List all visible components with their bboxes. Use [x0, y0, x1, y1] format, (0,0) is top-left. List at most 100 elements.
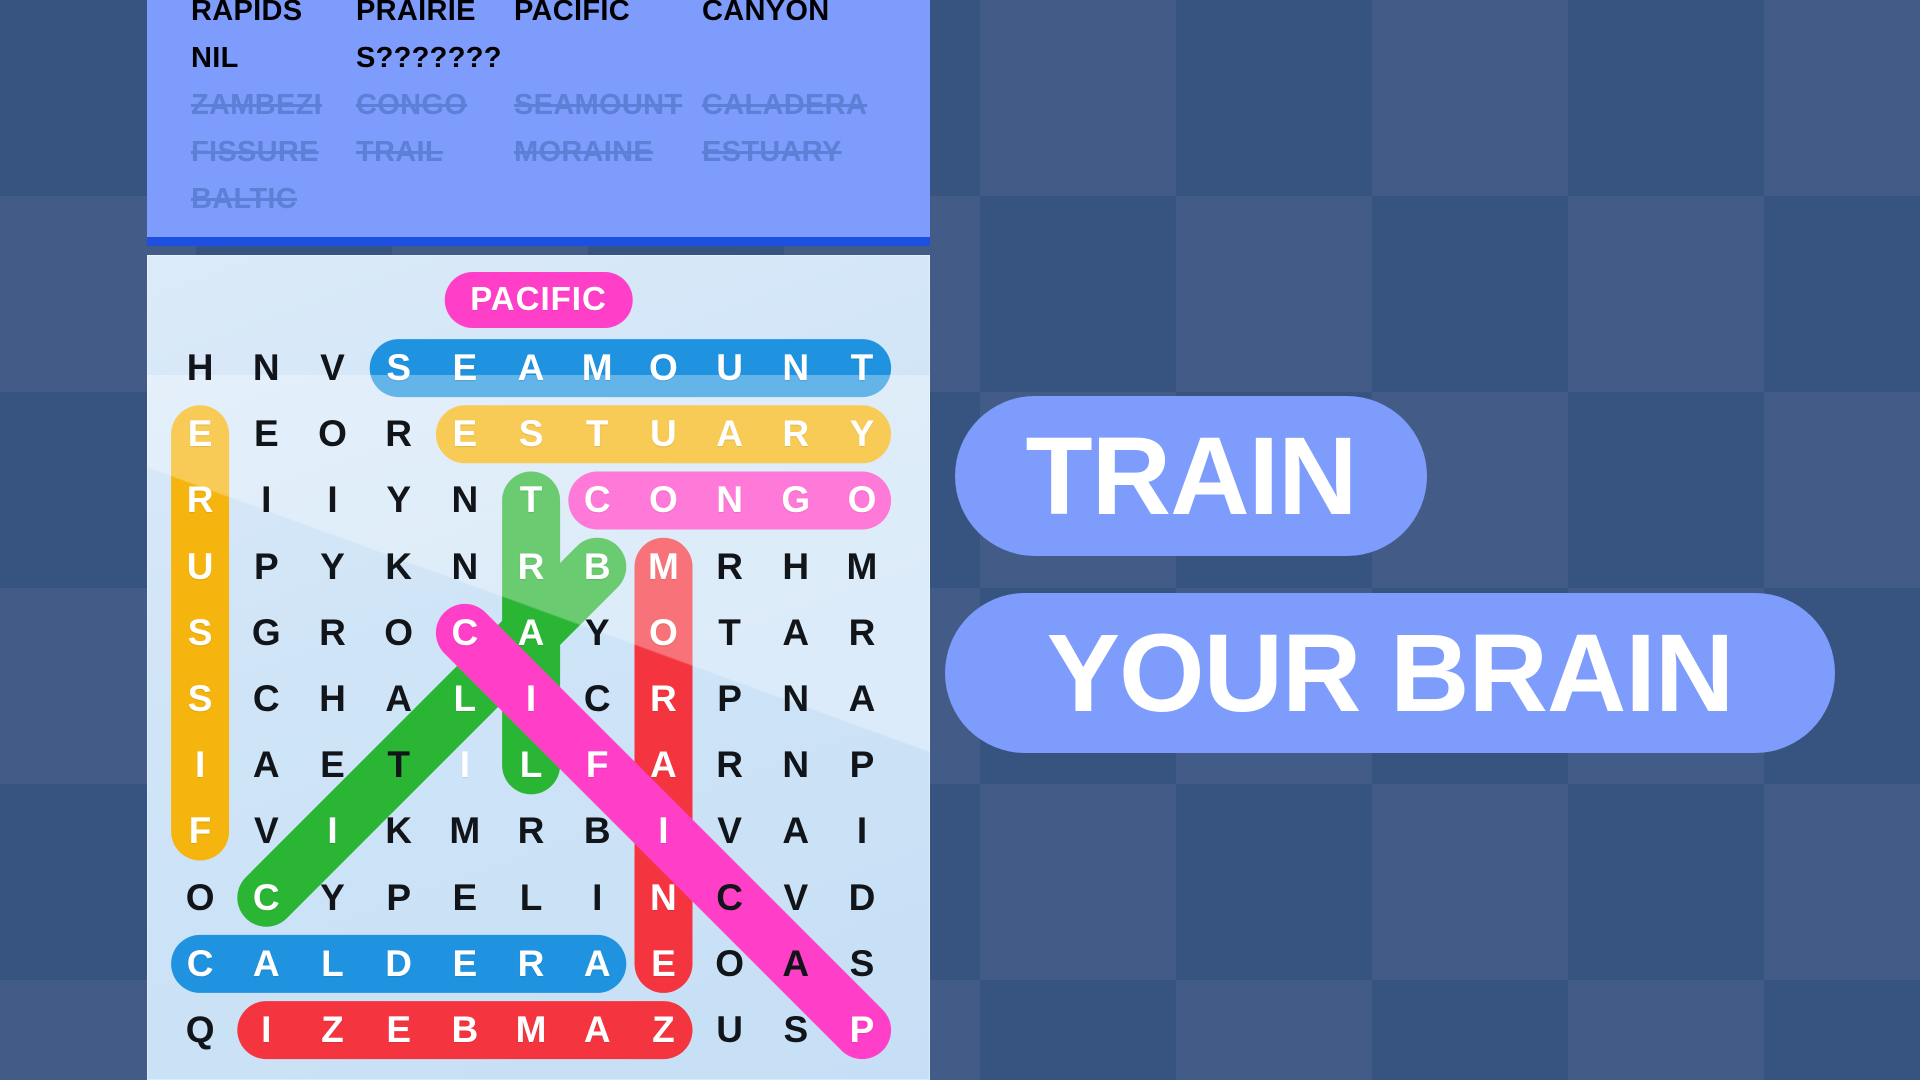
word-list-item[interactable]: S???????	[356, 35, 514, 82]
word-list-item[interactable]: RAPIDS	[191, 0, 356, 35]
grid-cell[interactable]: R	[299, 600, 365, 666]
grid-cell[interactable]: E	[233, 401, 299, 467]
grid-cell[interactable]: U	[697, 997, 763, 1063]
grid-cell[interactable]: Z	[630, 997, 696, 1063]
grid-cell[interactable]: T	[498, 467, 564, 533]
grid-cell[interactable]: V	[299, 335, 365, 401]
grid-cell[interactable]: S	[167, 666, 233, 732]
grid-cell[interactable]: A	[366, 666, 432, 732]
grid-cell[interactable]: A	[763, 798, 829, 864]
grid-cell[interactable]: M	[630, 534, 696, 600]
grid-cell[interactable]: O	[630, 335, 696, 401]
grid-cell[interactable]: A	[630, 732, 696, 798]
grid-cell[interactable]: R	[167, 467, 233, 533]
grid-cell[interactable]: G	[763, 467, 829, 533]
grid-cell[interactable]: P	[366, 865, 432, 931]
grid-cell[interactable]: A	[763, 931, 829, 997]
word-search-board[interactable]: PACIFIC HNVSEAMOUNTEEORESTUARYRIIYNTCONG…	[147, 255, 930, 1080]
word-list-item[interactable]: CONGO	[356, 82, 514, 129]
grid-cell[interactable]: C	[564, 666, 630, 732]
grid-cell[interactable]: I	[299, 798, 365, 864]
grid-cell[interactable]: Y	[299, 865, 365, 931]
grid-cell[interactable]: R	[366, 401, 432, 467]
letter-cells[interactable]: HNVSEAMOUNTEEORESTUARYRIIYNTCONGOUPYKNRB…	[167, 335, 895, 1063]
grid-cell[interactable]: S	[167, 600, 233, 666]
grid-cell[interactable]: M	[829, 534, 895, 600]
grid-cell[interactable]: C	[233, 666, 299, 732]
grid-cell[interactable]: R	[697, 534, 763, 600]
grid-cell[interactable]: Y	[299, 534, 365, 600]
grid-cell[interactable]: R	[498, 534, 564, 600]
grid-cell[interactable]: O	[630, 600, 696, 666]
grid-cell[interactable]: A	[498, 600, 564, 666]
grid-cell[interactable]: C	[564, 467, 630, 533]
grid-cell[interactable]: I	[432, 732, 498, 798]
grid-cell[interactable]: P	[829, 997, 895, 1063]
grid-cell[interactable]: E	[432, 865, 498, 931]
grid-cell[interactable]: R	[498, 931, 564, 997]
grid-cell[interactable]: R	[829, 600, 895, 666]
grid-cell[interactable]: C	[697, 865, 763, 931]
grid-cell[interactable]: S	[829, 931, 895, 997]
word-list-item[interactable]: TRAIL	[356, 129, 514, 176]
word-list-item[interactable]: MORAINE	[514, 129, 702, 176]
grid-cell[interactable]: N	[233, 335, 299, 401]
word-list-item[interactable]: FISSURE	[191, 129, 356, 176]
letter-grid[interactable]: HNVSEAMOUNTEEORESTUARYRIIYNTCONGOUPYKNRB…	[167, 335, 911, 1075]
grid-cell[interactable]: I	[498, 666, 564, 732]
grid-cell[interactable]: U	[167, 534, 233, 600]
grid-cell[interactable]: I	[299, 467, 365, 533]
grid-cell[interactable]: E	[432, 401, 498, 467]
grid-cell[interactable]: T	[564, 401, 630, 467]
grid-cell[interactable]: C	[167, 931, 233, 997]
grid-cell[interactable]: N	[432, 467, 498, 533]
grid-cell[interactable]: L	[498, 865, 564, 931]
word-list-item[interactable]: NIL	[191, 35, 356, 82]
word-list-item[interactable]: PACIFIC	[514, 0, 702, 35]
grid-cell[interactable]: O	[366, 600, 432, 666]
grid-cell[interactable]: E	[432, 931, 498, 997]
grid-cell[interactable]: O	[167, 865, 233, 931]
grid-cell[interactable]: I	[233, 467, 299, 533]
grid-cell[interactable]: Y	[366, 467, 432, 533]
grid-cell[interactable]: E	[299, 732, 365, 798]
grid-cell[interactable]: C	[233, 865, 299, 931]
grid-cell[interactable]: T	[366, 732, 432, 798]
grid-cell[interactable]: O	[829, 467, 895, 533]
grid-cell[interactable]: M	[564, 335, 630, 401]
word-list-item[interactable]: CALADERA	[702, 82, 882, 129]
grid-cell[interactable]: A	[697, 401, 763, 467]
grid-cell[interactable]: F	[564, 732, 630, 798]
grid-cell[interactable]: T	[829, 335, 895, 401]
grid-cell[interactable]: F	[167, 798, 233, 864]
grid-cell[interactable]: O	[697, 931, 763, 997]
grid-cell[interactable]: N	[763, 732, 829, 798]
grid-cell[interactable]: C	[432, 600, 498, 666]
grid-cell[interactable]: A	[763, 600, 829, 666]
grid-cell[interactable]: K	[366, 534, 432, 600]
grid-cell[interactable]: R	[763, 401, 829, 467]
grid-cell[interactable]: N	[763, 666, 829, 732]
grid-cell[interactable]: P	[697, 666, 763, 732]
grid-cell[interactable]: E	[432, 335, 498, 401]
grid-cell[interactable]: V	[697, 798, 763, 864]
grid-cell[interactable]: S	[366, 335, 432, 401]
grid-cell[interactable]: L	[432, 666, 498, 732]
grid-cell[interactable]: G	[233, 600, 299, 666]
grid-cell[interactable]: N	[763, 335, 829, 401]
grid-cell[interactable]: A	[564, 931, 630, 997]
grid-cell[interactable]: H	[167, 335, 233, 401]
grid-cell[interactable]: E	[630, 931, 696, 997]
grid-cell[interactable]: U	[697, 335, 763, 401]
grid-cell[interactable]: O	[630, 467, 696, 533]
grid-cell[interactable]: I	[564, 865, 630, 931]
grid-cell[interactable]: E	[366, 997, 432, 1063]
word-list-item[interactable]: BALTIC	[191, 176, 356, 223]
word-list-item[interactable]: ESTUARY	[702, 129, 882, 176]
grid-cell[interactable]: A	[829, 666, 895, 732]
grid-cell[interactable]: N	[432, 534, 498, 600]
grid-cell[interactable]: R	[630, 666, 696, 732]
word-list-item[interactable]: SEAMOUNT	[514, 82, 702, 129]
word-list-item[interactable]: PRAIRIE	[356, 0, 514, 35]
word-list-item[interactable]: ZAMBEZI	[191, 82, 356, 129]
